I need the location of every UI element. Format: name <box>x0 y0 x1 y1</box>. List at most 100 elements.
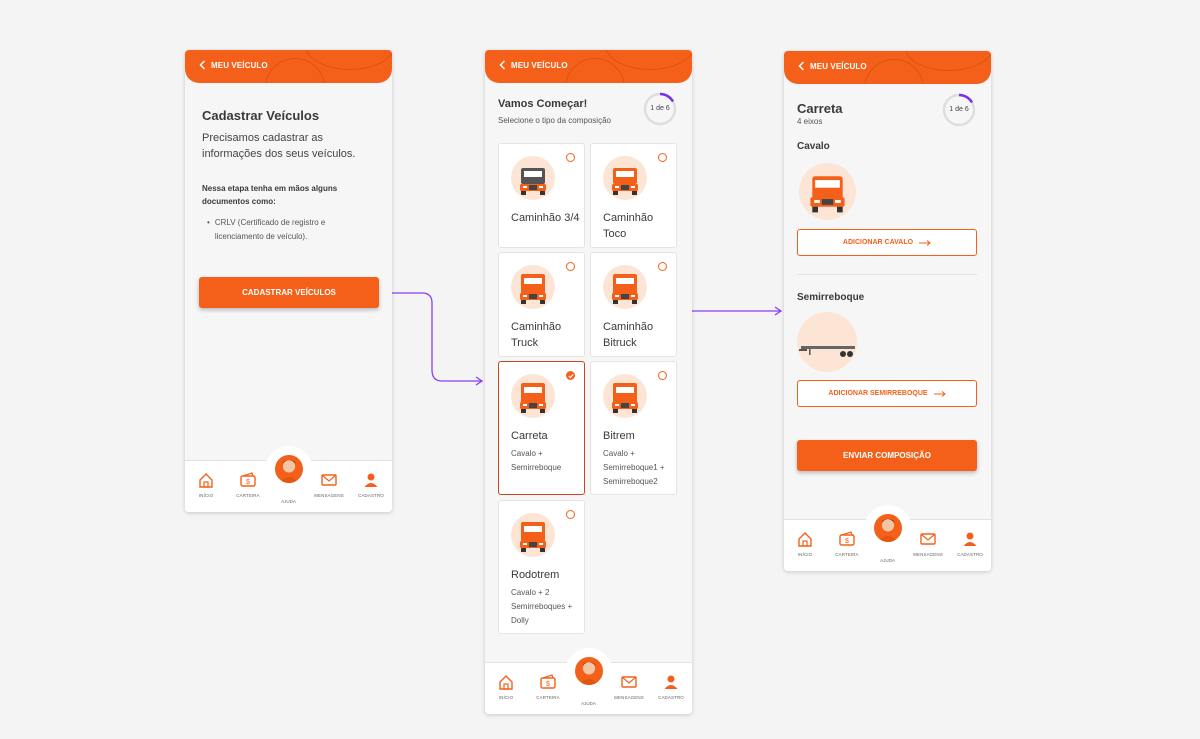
arrow-right-icon <box>919 239 931 246</box>
nav-label: CARTEIRA <box>236 493 260 498</box>
composition-card[interactable]: Carreta Cavalo + Semirreboque <box>498 361 585 495</box>
truck-34-icon <box>511 156 555 200</box>
adicionar-semirreboque-button[interactable]: ADICIONAR SEMIRREBOQUE <box>797 380 977 407</box>
chevron-left-icon <box>798 61 805 71</box>
avatar[interactable] <box>871 512 904 544</box>
radio-button[interactable] <box>566 153 575 162</box>
nav-item-carteira[interactable]: $ CARTEIRA <box>528 673 568 700</box>
chevron-left-icon <box>199 60 206 70</box>
card-title: Caminhão Toco <box>603 212 654 240</box>
nav-label: INÍCIO <box>498 695 514 700</box>
header: MEU VEÍCULO <box>784 51 991 84</box>
svg-text:$: $ <box>546 681 550 688</box>
screen-tipo-composicao: MEU VEÍCULO Vamos Começar! Selecione o t… <box>485 50 692 714</box>
carreta-icon <box>511 374 555 418</box>
truck-icon <box>520 522 546 552</box>
enviar-composicao-button[interactable]: ENVIAR COMPOSIÇÃO <box>797 440 977 471</box>
truck-icon <box>612 274 638 304</box>
radio-button[interactable] <box>566 371 575 380</box>
divider <box>797 274 977 275</box>
cadastrar-veiculos-button[interactable]: CADASTRAR VEÍCULOS <box>199 277 379 308</box>
list-bullet: • <box>207 218 210 227</box>
progress-label: 1 de 6 <box>650 105 670 112</box>
composition-card[interactable]: Rodotrem Cavalo + 2 Semirreboques + Doll… <box>498 500 585 634</box>
nav-label: MENSAGENS <box>614 695 644 700</box>
progress-ring: 1 de 6 <box>942 93 976 127</box>
adicionar-semirreboque-label: ADICIONAR SEMIRREBOQUE <box>828 390 928 397</box>
svg-text:$: $ <box>246 479 250 486</box>
arrow-right-icon <box>933 390 946 397</box>
truck-icon <box>520 274 546 304</box>
screen-cadastrar-veiculos: MEU VEÍCULO Cadastrar Veículos Precisamo… <box>185 50 392 512</box>
chevron-left-icon <box>499 60 506 70</box>
adicionar-cavalo-button[interactable]: ADICIONAR CAVALO <box>797 229 977 256</box>
avatar[interactable] <box>272 453 305 485</box>
rodotrem-icon <box>511 513 555 557</box>
home-icon <box>499 675 513 690</box>
page-subtitle: Precisamos cadastrar as informações dos … <box>202 132 356 160</box>
composition-card[interactable]: Caminhão Truck <box>498 252 585 357</box>
nav-label: MENSAGENS <box>314 493 344 498</box>
composition-card[interactable]: Caminhão Toco <box>590 143 677 248</box>
nav-item-início[interactable]: INÍCIO <box>486 673 526 700</box>
nav-label: MENSAGENS <box>913 552 943 557</box>
nav-item-início[interactable]: INÍCIO <box>785 530 825 557</box>
truck-front-icon <box>810 176 845 213</box>
page-title: Carreta <box>797 101 843 116</box>
card-title: Rodotrem <box>511 569 560 581</box>
nav-label: INÍCIO <box>198 493 214 498</box>
page-subtitle: 4 eixos <box>797 117 823 126</box>
truck-icon <box>612 383 638 413</box>
radio-button[interactable] <box>566 510 575 519</box>
nav-item-carteira[interactable]: $ CARTEIRA <box>228 471 268 498</box>
card-title: Caminhão Bitruck <box>603 321 654 349</box>
nav-item-mensagens[interactable]: MENSAGENS <box>609 673 649 700</box>
back-button[interactable]: MEU VEÍCULO <box>499 60 568 70</box>
back-label: MEU VEÍCULO <box>211 60 268 70</box>
card-title: Caminhão Truck <box>511 321 562 349</box>
nav-item-cadastro[interactable]: CADASTRO <box>950 530 990 557</box>
card-description: Cavalo + 2 Semirreboques + Dolly <box>511 588 573 625</box>
list-item: • CRLV (Certificado de registro e licenc… <box>207 216 367 244</box>
nav-item-início[interactable]: INÍCIO <box>186 471 226 498</box>
mail-icon <box>321 474 337 486</box>
card-description: Cavalo + Semirreboque1 + Semirreboque2 <box>603 449 665 486</box>
nav-label-ajuda: AJUDA <box>281 499 296 504</box>
truck-truck-icon <box>511 265 555 309</box>
avatar[interactable] <box>572 655 605 687</box>
svg-text:$: $ <box>845 538 849 545</box>
mail-icon <box>920 533 936 545</box>
nav-item-mensagens[interactable]: MENSAGENS <box>309 471 349 498</box>
back-button[interactable]: MEU VEÍCULO <box>798 61 867 71</box>
truck-icon <box>520 168 546 195</box>
composition-card[interactable]: Caminhão Bitruck <box>590 252 677 357</box>
radio-button[interactable] <box>658 371 667 380</box>
composition-card[interactable]: Caminhão 3/4 <box>498 143 585 248</box>
section-title-semirreboque: Semirreboque <box>797 292 865 303</box>
page-subtitle: Selecione o tipo da composição <box>498 116 611 125</box>
radio-button[interactable] <box>658 262 667 271</box>
back-button[interactable]: MEU VEÍCULO <box>199 60 268 70</box>
wallet-icon: $ <box>240 472 256 487</box>
radio-button[interactable] <box>566 262 575 271</box>
trailer-icon <box>799 346 855 357</box>
composition-card[interactable]: Bitrem Cavalo + Semirreboque1 + Semirreb… <box>590 361 677 495</box>
page-title: Vamos Começar! <box>498 98 588 110</box>
nav-label-ajuda: AJUDA <box>880 558 895 563</box>
card-title: Bitrem <box>603 430 635 442</box>
home-icon <box>199 473 213 488</box>
page-title: Cadastrar Veículos <box>202 108 320 123</box>
nav-item-cadastro[interactable]: CADASTRO <box>651 673 691 700</box>
user-icon <box>963 532 977 546</box>
nav-label: CADASTRO <box>957 552 983 557</box>
nav-label-ajuda: AJUDA <box>581 701 596 706</box>
nav-item-carteira[interactable]: $ CARTEIRA <box>827 530 867 557</box>
back-label: MEU VEÍCULO <box>810 61 867 71</box>
card-title: Carreta <box>511 430 548 442</box>
truck-icon <box>612 168 638 195</box>
connector-arrow-1 <box>379 292 482 382</box>
nav-item-cadastro[interactable]: CADASTRO <box>351 471 391 498</box>
header: MEU VEÍCULO <box>485 50 692 83</box>
radio-button[interactable] <box>658 153 667 162</box>
nav-item-mensagens[interactable]: MENSAGENS <box>908 530 948 557</box>
